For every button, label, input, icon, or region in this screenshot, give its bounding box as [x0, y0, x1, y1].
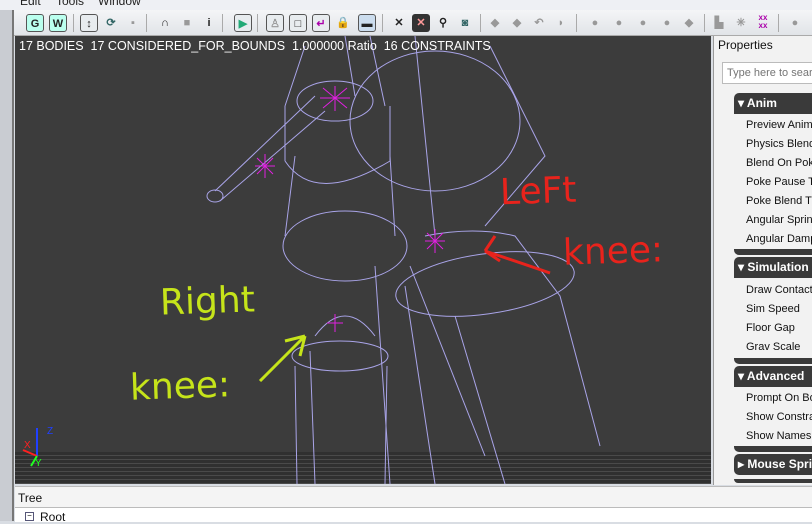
skeleton-icon[interactable]: ✕ [390, 14, 408, 32]
prop-poke-pause-time[interactable]: Poke Pause Time [746, 176, 812, 188]
convex-icon[interactable]: ● [658, 14, 676, 32]
prop-physics-blend[interactable]: Physics Blend [746, 138, 812, 150]
sphyl-icon[interactable]: ● [610, 14, 628, 32]
properties-search-input[interactable] [722, 62, 812, 84]
material-icon[interactable]: ◙ [456, 14, 474, 32]
prop-blend-on-poke[interactable]: Blend On Poke [746, 157, 812, 169]
move-tool-button[interactable]: ↕ [80, 14, 98, 32]
right-knee-annotation-line2: knee: [129, 364, 231, 409]
left-knee-annotation-line2: knee: [562, 229, 664, 274]
tree-title: Tree [18, 491, 43, 505]
axis-y-label: Y [35, 458, 42, 469]
snap-icon[interactable]: ◗ [552, 14, 570, 32]
physics-asset-icon[interactable]: ⚲ [434, 14, 452, 32]
record-icon[interactable]: ■ [178, 14, 196, 32]
constraint-mode-button[interactable]: ↵ [312, 14, 330, 32]
collapse-icon[interactable]: − [25, 512, 34, 521]
right-knee-annotation-line1: Right [159, 279, 256, 324]
wireframe-toggle-button[interactable]: W [49, 14, 67, 32]
section-mouse-spring-header[interactable]: ▸ Mouse Spring [734, 454, 812, 475]
body-mode-button[interactable]: ♙ [266, 14, 284, 32]
tree-panel: Tree − Root [15, 486, 812, 524]
menu-edit[interactable]: Edit [20, 0, 41, 8]
tree-view: − Root [15, 507, 812, 524]
more-icon[interactable]: ● [786, 14, 804, 32]
prop-grav-scale[interactable]: Grav Scale [746, 341, 800, 353]
magnet-icon[interactable]: ∩ [156, 14, 174, 32]
properties-panel: Properties ▾ Anim Preview Anim Physics B… [713, 36, 812, 485]
delete-shape-icon[interactable]: ◆ [680, 14, 698, 32]
left-panel-edge [0, 10, 14, 521]
info-button[interactable]: i [200, 14, 218, 32]
prop-sim-speed[interactable]: Sim Speed [746, 303, 800, 315]
sphere-icon[interactable]: ● [586, 14, 604, 32]
3d-viewport[interactable]: 17 BODIES 17 CONSIDERED_FOR_BOUNDS 1.000… [15, 36, 711, 484]
section-anim-label: Anim [746, 96, 777, 110]
rotate-tool-button[interactable]: ⟳ [102, 14, 120, 32]
prop-angular-spring[interactable]: Angular Spring [746, 214, 812, 226]
prop-show-constraints[interactable]: Show Constraints [746, 411, 812, 423]
properties-title: Properties [718, 38, 773, 52]
skeleton-selected-icon[interactable]: ✕ [412, 14, 430, 32]
box-shape-icon[interactable]: ● [634, 14, 652, 32]
unweld-icon[interactable]: ◆ [508, 14, 526, 32]
prop-draw-contacts[interactable]: Draw Contacts [746, 284, 812, 296]
play-button[interactable]: ▶ [234, 14, 252, 32]
shape-bar-button[interactable]: ▬ [358, 14, 376, 32]
lock-icon[interactable]: 🔒 [334, 14, 352, 32]
axis-x-label: X [24, 440, 31, 451]
prop-floor-gap[interactable]: Floor Gap [746, 322, 795, 334]
section-simulation-header[interactable]: ▾ Simulation [734, 257, 812, 278]
box-mode-button[interactable]: □ [289, 14, 307, 32]
menu-bar: Edit Tools Window [0, 0, 812, 10]
section-anim-header[interactable]: ▾ Anim [734, 93, 812, 114]
prop-show-names[interactable]: Show Names In [746, 430, 812, 442]
stats-readout: 17 BODIES 17 CONSIDERED_FOR_BOUNDS 1.000… [19, 39, 491, 53]
ground-toggle-button[interactable]: G [26, 14, 44, 32]
undo-icon[interactable]: ↶ [530, 14, 548, 32]
cross-icon[interactable]: ✳ [732, 14, 750, 32]
prop-preview-anim[interactable]: Preview Anim [746, 119, 812, 131]
menu-tools[interactable]: Tools [56, 0, 84, 8]
tree-node-root[interactable]: Root [40, 510, 65, 524]
section-simulation-label: Simulation [747, 260, 809, 274]
prop-poke-blend-time[interactable]: Poke Blend Time [746, 195, 812, 207]
section-advanced-label: Advanced [746, 369, 805, 383]
section-mouse-spring-label: Mouse Spring [747, 457, 812, 471]
prop-angular-damping[interactable]: Angular Damping [746, 233, 812, 245]
scale-tool-button[interactable]: ▪ [124, 14, 142, 32]
constraints-grid-icon[interactable]: xx xx [754, 14, 772, 32]
left-knee-annotation-line1: LeFt [499, 169, 578, 214]
menu-window[interactable]: Window [98, 0, 141, 8]
joint-icon[interactable]: ▙ [710, 14, 728, 32]
axis-z-label: Z [47, 426, 54, 437]
toolbar: G W ↕ ⟳ ▪ ∩ ■ i ▶ ♙ □ ↵ 🔒 ▬ ✕ ✕ ⚲ ◙ ◆ ◆ … [14, 10, 812, 36]
section-advanced-header[interactable]: ▾ Advanced [734, 366, 812, 387]
weld-icon[interactable]: ◆ [486, 14, 504, 32]
prop-prompt-on-bone[interactable]: Prompt On Bone [746, 392, 812, 404]
